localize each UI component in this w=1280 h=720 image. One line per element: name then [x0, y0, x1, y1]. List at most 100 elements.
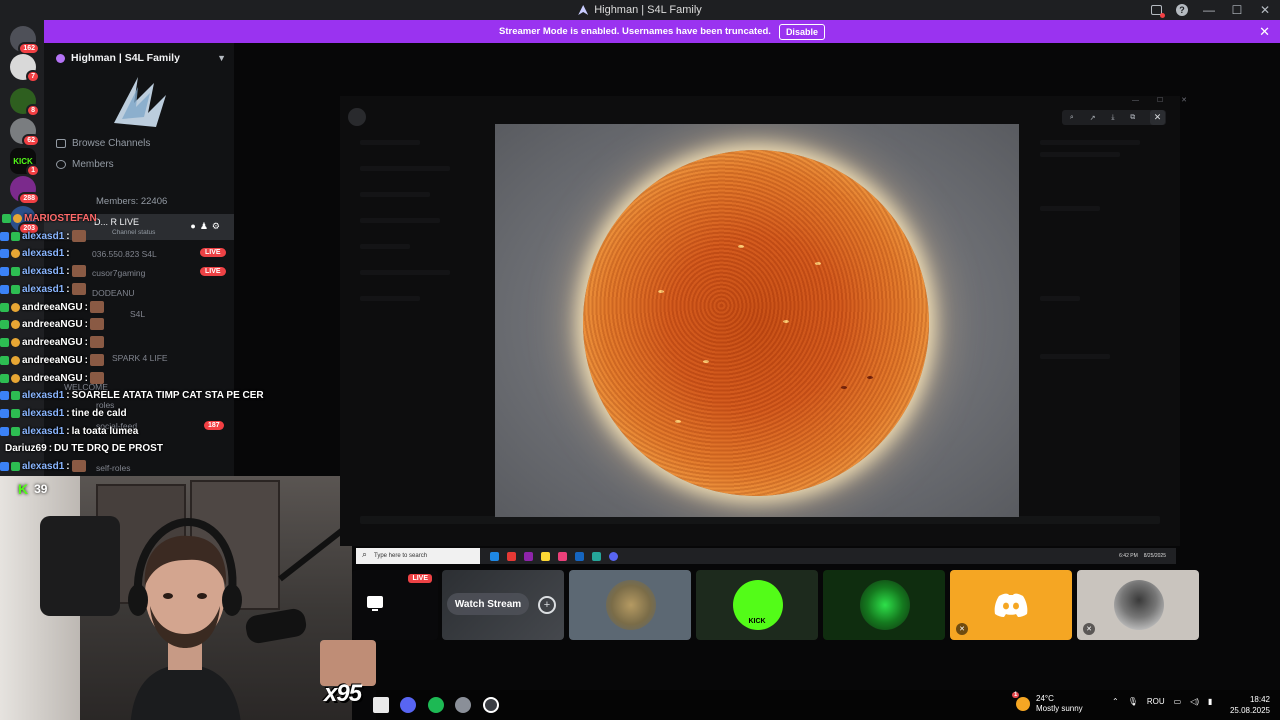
- chat-text: DU TE DRQ DE PROST: [54, 442, 163, 454]
- shared-clock-time: 6:42 PM: [1119, 553, 1138, 559]
- app-icon[interactable]: [373, 697, 389, 713]
- download-icon[interactable]: ⤓: [1111, 114, 1114, 122]
- viewer-count-value: 39: [34, 482, 48, 496]
- sun-image[interactable]: [495, 124, 1019, 517]
- app-icon: [490, 551, 499, 561]
- members-count: Members: 22406: [96, 196, 168, 207]
- emote-icon: [71, 265, 86, 277]
- obs-icon[interactable]: [483, 697, 499, 713]
- server-icon[interactable]: 7: [10, 54, 40, 83]
- badge-icon: [11, 302, 20, 312]
- system-tray: ⌃ 🎙 ROU ▭ ◁) ▮: [1112, 697, 1212, 706]
- solar-spot: [783, 320, 789, 323]
- shared-taskbar: Type here to search 6:42 PM 8/25/2025: [356, 548, 1176, 564]
- server-icon[interactable]: 8: [10, 88, 40, 117]
- folder-icon: [541, 551, 550, 561]
- language-indicator[interactable]: ROU: [1147, 697, 1165, 706]
- server-icon[interactable]: 62: [10, 118, 40, 147]
- badge-icon: [0, 248, 9, 258]
- spotify-icon[interactable]: [428, 697, 444, 713]
- streamer-figure: [128, 517, 242, 720]
- chat-separator: :: [84, 372, 88, 384]
- server-icon-kick[interactable]: KICK 1: [10, 148, 40, 177]
- weather-widget[interactable]: 1 24°C Mostly sunny: [1012, 692, 1083, 714]
- chat-username: andreeaNGU: [22, 301, 83, 313]
- muted-icon: ✕: [956, 623, 968, 635]
- chat-username: alexasd1: [22, 425, 65, 437]
- chat-username: alexasd1: [22, 389, 65, 401]
- emote-icon: [89, 354, 104, 366]
- chat-message: alexasd1 : SOARELE ATATA TIMP CAT STA PE…: [0, 387, 264, 403]
- chevron-up-icon[interactable]: ⌃: [1112, 697, 1119, 706]
- shared-text-line: [360, 270, 450, 275]
- badge-icon: [11, 248, 20, 258]
- screen: Highman | S4L Family ? — ☐ ✕ Streamer Mo…: [0, 0, 1280, 720]
- server-icon[interactable]: 288: [10, 176, 40, 205]
- chat-text: SOARELE ATATA TIMP CAT STA PE CER: [71, 389, 264, 401]
- server-header[interactable]: Highman | S4L Family ▼: [56, 52, 226, 64]
- shared-text-line: [1040, 354, 1110, 359]
- window-title-group: Highman | S4L Family: [578, 4, 702, 16]
- chat-username: andreeaNGU: [22, 318, 83, 330]
- share-icon[interactable]: ↗: [1090, 114, 1096, 122]
- image-viewer-close-button[interactable]: ✕: [1150, 110, 1165, 125]
- participant-tile-discord[interactable]: ✕: [950, 570, 1072, 640]
- chat-username: alexasd1: [22, 283, 65, 295]
- shared-input-bar: [360, 516, 1160, 524]
- shared-text-line: [360, 166, 450, 171]
- chat-username: alexasd1: [22, 265, 65, 277]
- close-window-button[interactable]: ✕: [1258, 3, 1272, 17]
- microphone-icon[interactable]: 🎙: [1128, 697, 1138, 706]
- chevron-down-icon: ▼: [217, 53, 226, 63]
- browse-channels-icon: [56, 139, 66, 148]
- chat-username: andreeaNGU: [22, 372, 83, 384]
- open-external-icon[interactable]: ⧉: [1130, 114, 1135, 122]
- members-label: Members: [72, 159, 114, 170]
- participant-tile[interactable]: ✕: [1077, 570, 1199, 640]
- app-icon: [558, 551, 567, 561]
- disable-streamer-mode-button[interactable]: Disable: [778, 23, 825, 40]
- weather-text: 24°C Mostly sunny: [1036, 694, 1083, 714]
- inbox-icon[interactable]: [1151, 5, 1165, 18]
- browse-channels-item[interactable]: Browse Channels: [56, 138, 150, 149]
- members-item[interactable]: Members: [56, 159, 114, 170]
- badge-icon: [0, 461, 9, 471]
- discord-icon[interactable]: [400, 697, 416, 713]
- unread-badge: 288: [18, 192, 40, 205]
- participant-tile-screen[interactable]: LIVE: [352, 570, 438, 640]
- os-clock[interactable]: 18:42 25.08.2025: [1226, 694, 1270, 716]
- watch-stream-button[interactable]: Watch Stream: [447, 593, 529, 615]
- shared-text-line: [360, 218, 440, 223]
- participant-tile-kick[interactable]: KICK: [696, 570, 818, 640]
- add-stream-icon[interactable]: +: [538, 596, 556, 614]
- shared-text-line: [360, 244, 410, 249]
- solar-spot: [658, 290, 664, 293]
- participant-tile[interactable]: [823, 570, 945, 640]
- kick-viewer-count: K 39: [18, 481, 47, 497]
- badge-icon: [11, 426, 20, 436]
- help-icon[interactable]: ?: [1176, 4, 1188, 16]
- minimize-button[interactable]: —: [1202, 3, 1216, 17]
- close-banner-icon[interactable]: ✕: [1259, 24, 1270, 40]
- chat-separator: :: [66, 407, 70, 419]
- maximize-button[interactable]: ☐: [1230, 3, 1244, 17]
- unread-badge: 62: [22, 134, 40, 147]
- participant-tile[interactable]: [569, 570, 691, 640]
- settings-icon[interactable]: [455, 697, 471, 713]
- webcam-overlay: [0, 476, 352, 720]
- chat-username: alexasd1: [22, 407, 65, 419]
- server-icon-direct-messages[interactable]: 162: [10, 26, 40, 55]
- volume-icon[interactable]: ◁): [1190, 697, 1199, 706]
- badge-icon: [2, 213, 11, 223]
- kick-avatar-label: KICK: [748, 618, 766, 625]
- streamer-mode-banner: Streamer Mode is enabled. Usernames have…: [44, 20, 1280, 43]
- badge-icon: [0, 355, 9, 365]
- network-icon[interactable]: ▭: [1174, 697, 1182, 706]
- badge-icon: [0, 373, 9, 383]
- solar-spot: [675, 420, 681, 423]
- zoom-icon[interactable]: ⌕: [1070, 114, 1074, 122]
- chat-separator: :: [66, 247, 70, 259]
- battery-icon[interactable]: ▮: [1208, 697, 1212, 706]
- shared-text-line: [1040, 152, 1120, 157]
- chat-message: alexasd1 :: [0, 281, 86, 297]
